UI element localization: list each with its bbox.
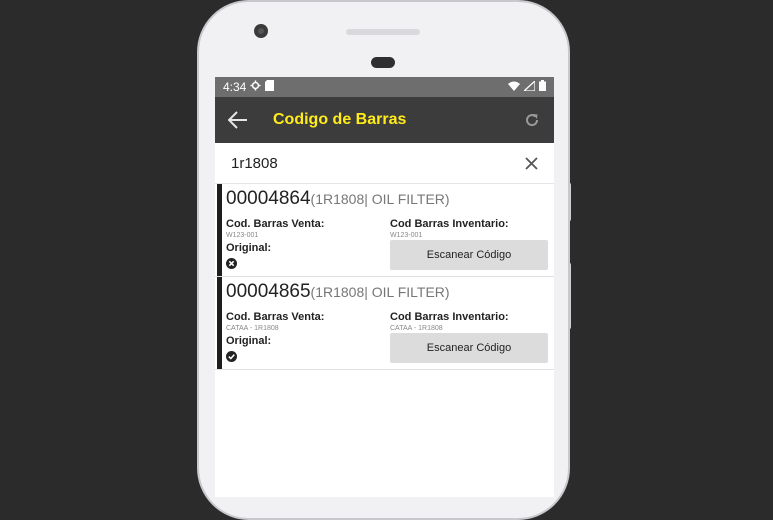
check-circle-icon xyxy=(226,349,237,362)
scan-code-button[interactable]: Escanear Código xyxy=(390,333,548,363)
back-arrow-icon[interactable] xyxy=(227,109,249,131)
wifi-icon xyxy=(508,80,520,94)
inventario-value: CATAA - 1R1808 xyxy=(390,325,443,332)
inventario-label: Cod Barras Inventario: xyxy=(390,311,509,323)
signal-icon xyxy=(522,79,536,94)
settings-icon xyxy=(250,80,261,94)
venta-value: W123-001 xyxy=(226,232,259,239)
refresh-icon[interactable] xyxy=(522,110,542,130)
search-input[interactable] xyxy=(229,153,522,173)
item-description: (1R1808| OIL FILTER) xyxy=(310,191,450,207)
close-icon[interactable] xyxy=(522,154,540,172)
search-bar xyxy=(215,143,554,184)
item-title: 00004865(1R1808| OIL FILTER) xyxy=(226,281,554,303)
original-label: Original: xyxy=(226,335,272,347)
item-code: 00004864 xyxy=(226,188,311,209)
list-item[interactable]: 00004865(1R1808| OIL FILTER) Cod. Barras… xyxy=(215,277,554,370)
status-time: 4:34 xyxy=(223,80,247,94)
app-bar: Codigo de Barras xyxy=(215,97,554,143)
sd-card-icon xyxy=(265,80,275,94)
scan-code-button[interactable]: Escanear Código xyxy=(390,240,548,270)
proximity-sensor xyxy=(371,57,395,68)
list-item[interactable]: 00004864(1R1808| OIL FILTER) Cod. Barras… xyxy=(215,184,554,277)
venta-label: Cod. Barras Venta: xyxy=(226,311,325,323)
earpiece-speaker xyxy=(346,29,420,35)
phone-frame: 4:34 Codigo de Barras 1r1808 00004864(1R… xyxy=(197,0,570,520)
venta-value: CATAA - 1R1808 xyxy=(226,325,279,332)
venta-label: Cod. Barras Venta: xyxy=(226,218,325,230)
status-bar: 4:34 xyxy=(215,77,554,97)
item-code: 00004865 xyxy=(226,281,311,302)
inventario-value: W123-001 xyxy=(390,232,423,239)
front-camera xyxy=(254,24,268,38)
inventario-label: Cod Barras Inventario: xyxy=(390,218,509,230)
battery-icon xyxy=(539,80,546,94)
page-title: Codigo de Barras xyxy=(273,111,407,128)
app-screen: 4:34 Codigo de Barras 1r1808 00004864(1R… xyxy=(215,77,554,497)
original-label: Original: xyxy=(226,242,272,254)
item-description: (1R1808| OIL FILTER) xyxy=(310,284,450,300)
item-title: 00004864(1R1808| OIL FILTER) xyxy=(226,188,554,210)
x-circle-icon xyxy=(226,256,237,269)
